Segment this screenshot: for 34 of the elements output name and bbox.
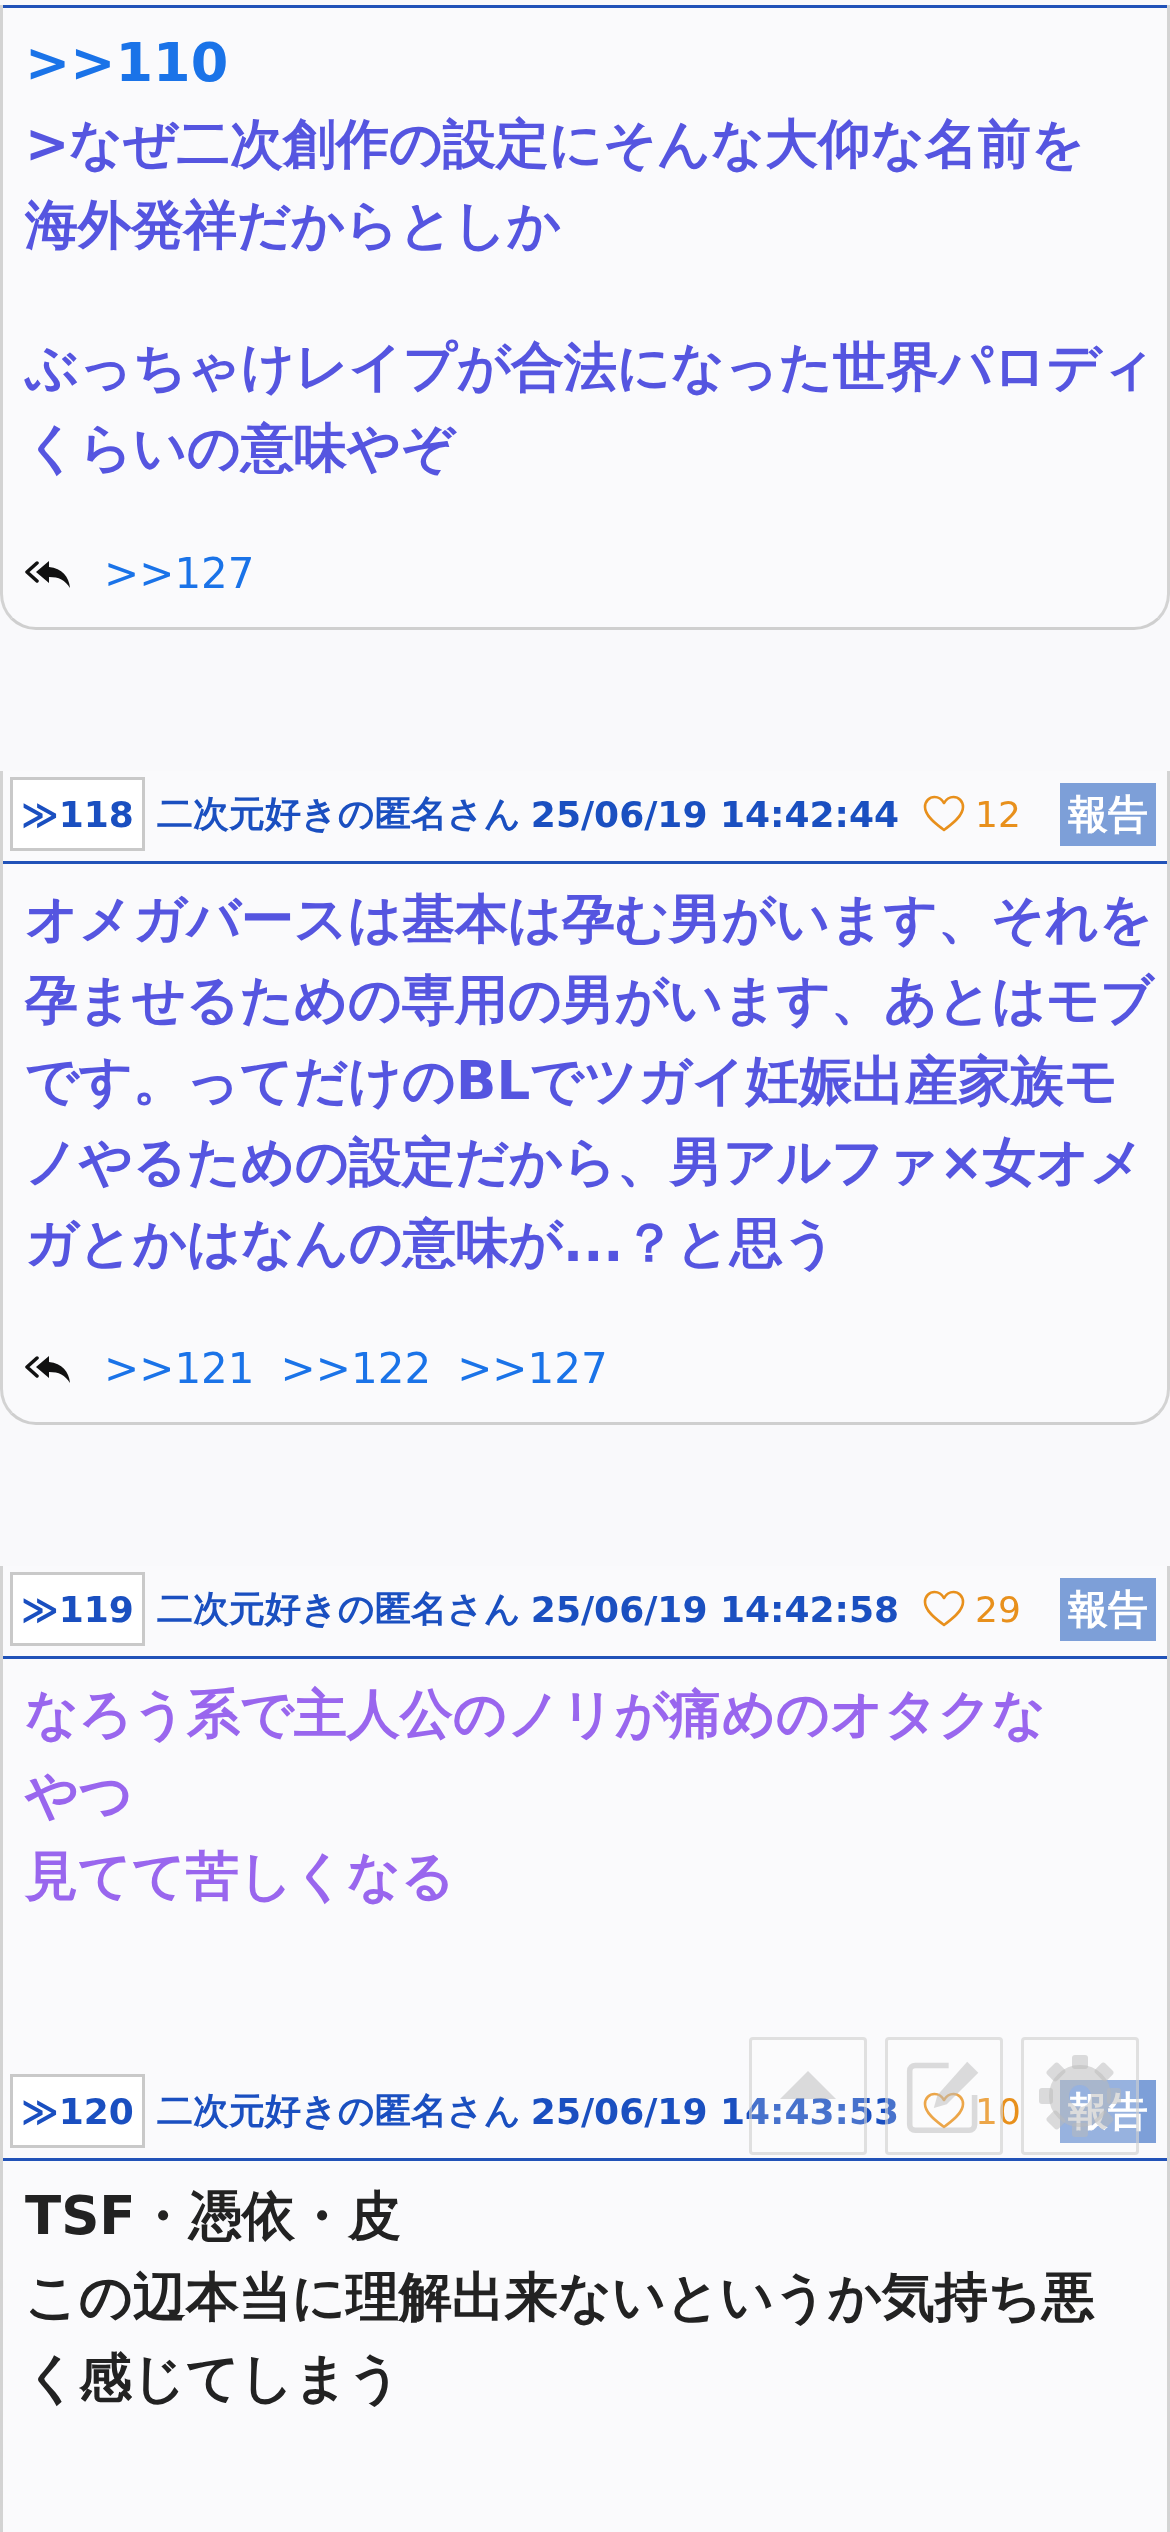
like-button[interactable]: 29 xyxy=(923,1588,1021,1630)
report-button[interactable]: 報告 xyxy=(1060,1577,1156,1641)
post-number-link[interactable]: ≫120 xyxy=(10,2074,145,2148)
post-text: 海外発祥だからとしか xyxy=(25,193,561,257)
post-text: ぶっちゃけレイプが合法になった世界パロディくらいの意味やぞ xyxy=(25,335,1156,480)
reply-link[interactable]: >>127 xyxy=(457,1339,608,1399)
post-date: 25/06/19 14:42:58 xyxy=(530,1588,900,1630)
reply-link[interactable]: >>121 xyxy=(104,1339,255,1399)
heart-icon xyxy=(923,795,966,833)
like-button[interactable]: 12 xyxy=(923,793,1021,835)
author-name: 二次元好きの匿名さん xyxy=(156,791,521,836)
author-name: 二次元好きの匿名さん xyxy=(156,2088,521,2133)
author-name: 二次元好きの匿名さん xyxy=(156,1586,521,1631)
post-number-link[interactable]: ≫119 xyxy=(10,1572,145,1646)
post-text: TSF・憑依・皮 xyxy=(25,2184,401,2248)
heart-icon xyxy=(923,1590,966,1628)
reply-all-icon xyxy=(25,1354,71,1384)
post-text: オメガバースは基本は孕む男がいます、それを孕ませるための専用の男がいます、あとはモブです。ってだけのBLでツガイ妊娠出産家族モノやるための設定だから、男アルファ×女オメガとかはなんの意味が...？と思う xyxy=(25,887,1156,1275)
post-text: この辺本当に理解出来ないというか気持ち悪 xyxy=(25,2265,1095,2329)
heart-icon xyxy=(923,2092,966,2130)
report-button[interactable]: 報告 xyxy=(1060,782,1156,846)
anchor-link[interactable]: >>110 xyxy=(25,22,229,103)
reply-link[interactable]: >>127 xyxy=(104,544,255,604)
post-text: 見てて苦しくなる xyxy=(25,1844,455,1908)
post-text: やつ xyxy=(25,1763,133,1827)
post-number-link[interactable]: ≫118 xyxy=(10,777,145,851)
reply-all-icon xyxy=(25,559,71,589)
like-button[interactable]: 10 xyxy=(923,2090,1021,2132)
post-text: >なぜ二次創作の設定にそんな大仰な名前を xyxy=(25,112,1086,176)
post-text: なろう系で主人公のノリが痛めのオタクな xyxy=(25,1682,1046,1746)
post-date: 25/06/19 14:42:44 xyxy=(530,793,900,835)
post-date: 25/06/19 14:43:53 xyxy=(530,2090,900,2132)
post-text: く感じてしまう xyxy=(25,2346,402,2410)
reply-link[interactable]: >>122 xyxy=(280,1339,432,1399)
